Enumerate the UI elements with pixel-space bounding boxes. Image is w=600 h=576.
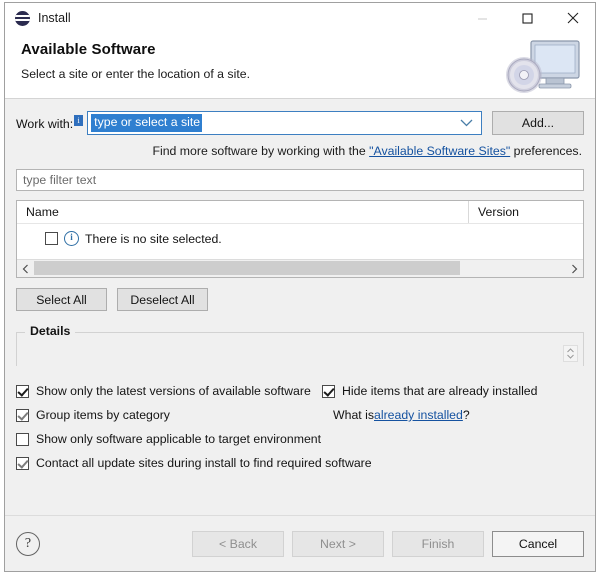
info-icon: i	[64, 231, 79, 246]
option-hide-installed-checkbox[interactable]	[322, 385, 335, 398]
option-contact-all-update-sites-checkbox[interactable]	[16, 457, 29, 470]
chevron-down-icon[interactable]	[460, 114, 473, 132]
work-with-input[interactable]: type or select a site	[91, 114, 202, 132]
already-installed-hint-after: ?	[463, 408, 470, 422]
option-applicable-target-env-checkbox[interactable]	[16, 433, 29, 446]
title-bar: Install	[5, 3, 595, 33]
column-header-name[interactable]: Name	[17, 201, 468, 223]
close-icon	[567, 12, 579, 24]
table-row[interactable]: i There is no site selected.	[17, 224, 583, 246]
deselect-all-button[interactable]: Deselect All	[117, 288, 208, 311]
close-button[interactable]	[550, 3, 595, 33]
work-with-row: Work with:i type or select a site Add...	[16, 111, 584, 135]
details-label: Details	[25, 324, 75, 338]
table-header: Name Version	[17, 201, 583, 224]
chevron-left-icon[interactable]	[17, 260, 34, 277]
scrollbar-thumb[interactable]	[34, 261, 460, 275]
chevron-right-icon[interactable]	[566, 260, 583, 277]
back-button[interactable]: < Back	[192, 531, 284, 557]
row-label: There is no site selected.	[85, 232, 222, 246]
next-button[interactable]: Next >	[292, 531, 384, 557]
option-group-by-category-checkbox[interactable]	[16, 409, 29, 422]
option-hide-installed[interactable]: Hide items that are already installed	[322, 379, 537, 403]
details-border-left	[16, 332, 17, 366]
details-border-top	[16, 332, 584, 333]
work-with-label: Work with:i	[16, 115, 87, 131]
already-installed-hint: What is already installed?	[333, 403, 470, 427]
monitor-cd-icon	[501, 33, 589, 99]
filter-placeholder: type filter text	[23, 173, 96, 187]
options-section: Show only the latest versions of availab…	[16, 379, 584, 475]
hint-text-before: Find more software by working with the	[152, 144, 369, 158]
option-contact-all-update-sites[interactable]: Contact all update sites during install …	[16, 451, 584, 475]
window-title: Install	[38, 12, 71, 25]
option-hide-installed-label: Hide items that are already installed	[342, 384, 537, 398]
add-site-button[interactable]: Add...	[492, 111, 584, 135]
wizard-header: Available Software Select a site or ente…	[5, 33, 595, 99]
option-group-by-category-label: Group items by category	[36, 408, 170, 422]
available-software-sites-link[interactable]: "Available Software Sites"	[369, 144, 510, 158]
available-sites-hint: Find more software by working with the "…	[16, 144, 584, 158]
info-badge-icon: i	[74, 115, 83, 126]
option-applicable-target-env-label: Show only software applicable to target …	[36, 432, 321, 446]
wizard-footer: ? < Back Next > Finish Cancel	[5, 516, 595, 571]
select-all-button[interactable]: Select All	[16, 288, 107, 311]
option-show-latest-versions-checkbox[interactable]	[16, 385, 29, 398]
minimize-icon	[477, 13, 488, 24]
hint-text-after: preferences.	[510, 144, 582, 158]
window-controls	[460, 3, 595, 33]
option-group-by-category[interactable]: Group items by category	[16, 403, 584, 427]
scrollbar-track[interactable]	[34, 260, 566, 277]
work-with-label-text: Work with:	[16, 117, 73, 131]
filter-input[interactable]: type filter text	[16, 169, 584, 191]
install-dialog-window: Install	[4, 2, 596, 572]
option-show-latest-versions-label: Show only the latest versions of availab…	[36, 384, 311, 398]
selection-buttons: Select All Deselect All	[16, 288, 584, 311]
dialog-body: Work with:i type or select a site Add...…	[5, 99, 595, 571]
option-contact-all-update-sites-label: Contact all update sites during install …	[36, 456, 372, 470]
details-group: Details	[16, 323, 584, 366]
eclipse-icon	[15, 11, 30, 26]
minimize-button[interactable]	[460, 3, 505, 33]
software-table: Name Version i There is no site selected…	[16, 200, 584, 278]
details-border-right	[583, 332, 584, 366]
work-with-combo[interactable]: type or select a site	[87, 111, 482, 135]
column-header-version[interactable]: Version	[468, 201, 583, 223]
title-bar-left: Install	[5, 11, 71, 26]
screenshot-root: Install	[0, 0, 600, 576]
finish-button[interactable]: Finish	[392, 531, 484, 557]
maximize-icon	[522, 13, 533, 24]
already-installed-hint-before: What is	[333, 408, 374, 422]
option-applicable-target-env[interactable]: Show only software applicable to target …	[16, 427, 584, 451]
cancel-button[interactable]: Cancel	[492, 531, 584, 557]
table-body: i There is no site selected.	[17, 224, 583, 259]
maximize-button[interactable]	[505, 3, 550, 33]
resize-grip-icon[interactable]	[563, 345, 578, 362]
table-horizontal-scrollbar[interactable]	[17, 259, 583, 277]
help-button[interactable]: ?	[16, 532, 40, 556]
row-checkbox[interactable]	[45, 232, 58, 245]
already-installed-link[interactable]: already installed	[374, 408, 463, 422]
wizard-buttons: < Back Next > Finish Cancel	[192, 531, 584, 557]
